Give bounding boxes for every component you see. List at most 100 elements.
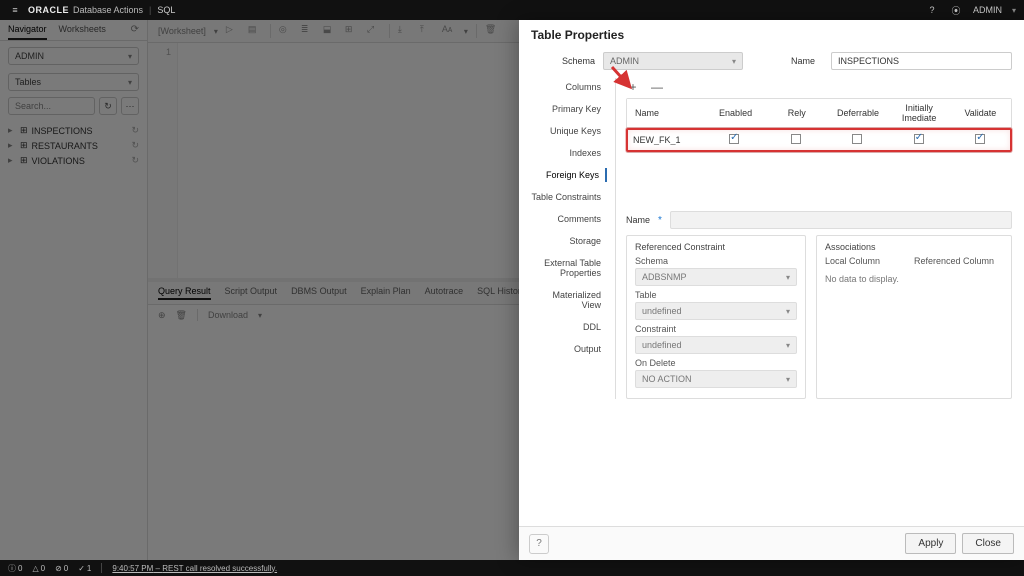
status-warn: △ 0 xyxy=(32,564,45,573)
side-item-storage[interactable]: Storage xyxy=(569,234,607,248)
refresh2-icon[interactable]: ↻ xyxy=(99,97,117,115)
fk-name-field[interactable] xyxy=(670,211,1012,229)
fk-enabled-checkbox[interactable] xyxy=(729,134,739,144)
side-item-table-constraints[interactable]: Table Constraints xyxy=(531,190,607,204)
result-tab-explain[interactable]: Explain Plan xyxy=(361,286,411,300)
status-info: ⓘ 0 xyxy=(8,563,22,574)
table-properties-modal: Table Properties Schema ADMIN▾ Name Colu… xyxy=(519,20,1024,560)
side-item-columns[interactable]: Columns xyxy=(565,80,607,94)
result-icon[interactable]: ⊕ xyxy=(158,310,166,321)
more-icon[interactable]: ⋯ xyxy=(121,97,139,115)
brand-logo: ORACLE xyxy=(28,5,69,15)
tab-navigator[interactable]: Navigator xyxy=(8,24,47,40)
help-icon[interactable]: ? xyxy=(925,3,939,17)
fk-row[interactable] xyxy=(627,128,1011,152)
ref-table-select[interactable]: undefined▾ xyxy=(635,302,797,320)
toolbar-upload-icon[interactable]: ⤒ xyxy=(420,24,434,38)
user-icon[interactable]: ⦿ xyxy=(949,3,963,17)
result-tab-query[interactable]: Query Result xyxy=(158,286,211,300)
remove-fk-button[interactable]: — xyxy=(650,80,664,94)
side-item-indexes[interactable]: Indexes xyxy=(569,146,607,160)
assoc-col-ref: Referenced Column xyxy=(914,256,1003,266)
result-tab-script[interactable]: Script Output xyxy=(225,286,278,300)
side-item-ddl[interactable]: DDL xyxy=(583,320,607,334)
refresh-icon[interactable]: ⟳ xyxy=(131,24,139,40)
ref-ondelete-select[interactable]: NO ACTION▾ xyxy=(635,370,797,388)
assoc-title: Associations xyxy=(825,242,1003,252)
col-enabled: Enabled xyxy=(705,104,766,122)
tree-item-restaurants[interactable]: ▸ ⊞ RESTAURANTS ↻ xyxy=(4,138,143,153)
col-validate: Validate xyxy=(950,104,1011,122)
tree-item-violations[interactable]: ▸ ⊞ VIOLATIONS ↻ xyxy=(4,153,143,168)
tab-worksheets[interactable]: Worksheets xyxy=(59,24,106,40)
refresh-row-icon[interactable]: ↻ xyxy=(131,125,139,136)
referenced-constraint-panel: Referenced Constraint Schema ADBSNMP▾ Ta… xyxy=(626,235,806,399)
schema-dropdown[interactable]: ADMIN▾ xyxy=(8,47,139,65)
apply-button[interactable]: Apply xyxy=(905,533,956,554)
name-field-label: Name xyxy=(626,215,650,225)
toolbar-trace-icon[interactable]: ≣ xyxy=(301,24,315,38)
status-success: ✓ 1 xyxy=(78,564,91,573)
tree-item-inspections[interactable]: ▸ ⊞ INSPECTIONS ↻ xyxy=(4,123,143,138)
refresh-row-icon[interactable]: ↻ xyxy=(131,155,139,166)
ref-schema-select[interactable]: ADBSNMP▾ xyxy=(635,268,797,286)
close-button[interactable]: Close xyxy=(962,533,1014,554)
fk-grid: Name Enabled Rely Deferrable Initially I… xyxy=(626,98,1012,153)
required-star-icon: * xyxy=(658,215,662,226)
fk-initially-checkbox[interactable] xyxy=(914,134,924,144)
search-input[interactable]: Search... xyxy=(8,97,95,115)
result-tab-autotrace[interactable]: Autotrace xyxy=(425,286,464,300)
toolbar-font-icon[interactable]: Aᴀ xyxy=(442,24,456,38)
toolbar-icon[interactable]: ⬓ xyxy=(323,24,337,38)
table-name-input[interactable] xyxy=(831,52,1012,70)
side-item-external[interactable]: External Table Properties xyxy=(531,256,607,280)
status-error: ⊘ 0 xyxy=(55,564,68,573)
brand-sub: Database Actions xyxy=(73,5,143,15)
side-item-materialized[interactable]: Materialized View xyxy=(531,288,607,312)
left-sidebar: Navigator Worksheets ⟳ ADMIN▾ Tables▾ Se… xyxy=(0,20,148,560)
toolbar-download-icon[interactable]: ⤓ xyxy=(398,24,412,38)
ref-constraint-select[interactable]: undefined▾ xyxy=(635,336,797,354)
side-item-comments[interactable]: Comments xyxy=(557,212,607,226)
side-item-unique-keys[interactable]: Unique Keys xyxy=(550,124,607,138)
col-name: Name xyxy=(627,104,705,122)
add-fk-button[interactable]: + xyxy=(626,80,640,94)
object-type-dropdown[interactable]: Tables▾ xyxy=(8,73,139,91)
username[interactable]: ADMIN xyxy=(973,5,1002,15)
toolbar-icon[interactable]: ⊞ xyxy=(345,24,359,38)
schema-select[interactable]: ADMIN▾ xyxy=(603,52,743,70)
associations-panel: Associations Local Column Referenced Col… xyxy=(816,235,1012,399)
col-initially: Initially Imediate xyxy=(889,99,950,127)
fk-validate-checkbox[interactable] xyxy=(975,134,985,144)
name-label: Name xyxy=(783,56,823,66)
toolbar-run-icon[interactable]: ▷ xyxy=(226,24,240,38)
schema-label: Schema xyxy=(531,56,603,66)
modal-title: Table Properties xyxy=(519,20,1024,46)
worksheet-tab[interactable]: [Worksheet] xyxy=(158,26,206,36)
toolbar-trash-icon[interactable]: 🗑 xyxy=(485,24,499,38)
ref-title: Referenced Constraint xyxy=(635,242,797,252)
context-label: SQL xyxy=(157,5,175,15)
toolbar-icon[interactable]: ⤢ xyxy=(367,24,381,38)
col-deferrable: Deferrable xyxy=(827,104,888,122)
col-rely: Rely xyxy=(766,104,827,122)
result-tab-dbms[interactable]: DBMS Output xyxy=(291,286,347,300)
fk-rely-checkbox[interactable] xyxy=(791,134,801,144)
assoc-col-local: Local Column xyxy=(825,256,914,266)
toolbar-plan-icon[interactable]: ◎ xyxy=(279,24,293,38)
editor-gutter: 1 xyxy=(148,43,178,278)
refresh-row-icon[interactable]: ↻ xyxy=(131,140,139,151)
result-icon[interactable]: 🗑 xyxy=(176,310,187,321)
fk-deferrable-checkbox[interactable] xyxy=(852,134,862,144)
download-button[interactable]: Download xyxy=(208,310,248,320)
side-item-primary-key[interactable]: Primary Key xyxy=(552,102,607,116)
assoc-empty: No data to display. xyxy=(825,274,1003,284)
side-item-output[interactable]: Output xyxy=(574,342,607,356)
user-menu-caret-icon[interactable]: ▾ xyxy=(1012,6,1016,15)
help-icon[interactable]: ? xyxy=(529,534,549,554)
toolbar-script-icon[interactable]: ▤ xyxy=(248,24,262,38)
status-message: 9:40:57 PM – REST call resolved successf… xyxy=(112,564,277,573)
menu-icon[interactable]: ≡ xyxy=(8,3,22,17)
side-item-foreign-keys[interactable]: Foreign Keys xyxy=(546,168,607,182)
fk-name-input[interactable] xyxy=(633,135,697,145)
